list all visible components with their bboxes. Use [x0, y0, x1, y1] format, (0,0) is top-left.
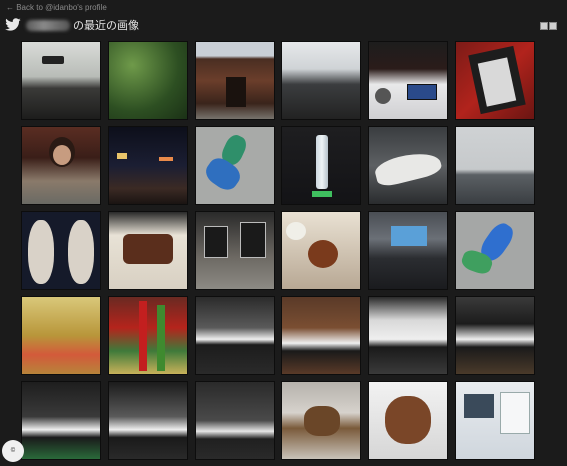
- image-thumbnail-food-tray[interactable]: [281, 211, 362, 290]
- image-thumbnail-portrait[interactable]: [21, 126, 101, 205]
- twitter-bird-icon: [5, 18, 21, 31]
- image-grid: [21, 41, 535, 460]
- image-thumbnail-modular-synth-2[interactable]: [107, 381, 188, 460]
- image-thumbnail-car-dashboard[interactable]: [281, 41, 362, 120]
- username-blurred: [26, 19, 70, 31]
- image-thumbnail-synthesizers-1[interactable]: [194, 296, 275, 375]
- image-thumbnail-bottles[interactable]: [107, 296, 188, 375]
- page-header: の最近の画像: [4, 15, 139, 35]
- image-thumbnail-exhibit-barrel[interactable]: [281, 381, 362, 460]
- image-thumbnail-conference-hall[interactable]: [368, 211, 449, 290]
- image-thumbnail-night-street[interactable]: [107, 126, 188, 205]
- image-thumbnail-car-console[interactable]: [368, 41, 449, 120]
- grid-view-icon[interactable]: [540, 22, 548, 30]
- image-thumbnail-bullet-train[interactable]: [368, 126, 449, 205]
- image-thumbnail-keyboard-3[interactable]: [454, 296, 535, 375]
- image-thumbnail-modular-synth-3[interactable]: [194, 381, 275, 460]
- image-thumbnail-steak[interactable]: [107, 211, 188, 290]
- image-thumbnail-sandals[interactable]: [21, 211, 101, 290]
- page-title: の最近の画像: [73, 20, 139, 32]
- image-thumbnail-screenshot[interactable]: [454, 381, 535, 460]
- image-thumbnail-sake-bottle[interactable]: [281, 126, 362, 205]
- back-to-profile-link[interactable]: ← Back to @idanbo's profile: [6, 3, 107, 12]
- image-thumbnail-glasses[interactable]: [194, 211, 275, 290]
- view-toggle: [540, 22, 557, 30]
- image-thumbnail-car-interior[interactable]: [21, 41, 101, 120]
- corner-badge-icon: ©: [2, 440, 24, 462]
- image-thumbnail-modular-synth-1[interactable]: [21, 381, 101, 460]
- image-thumbnail-trees[interactable]: [107, 41, 188, 120]
- image-thumbnail-japan-map[interactable]: [194, 126, 275, 205]
- image-thumbnail-japan-map-2[interactable]: [454, 211, 535, 290]
- image-thumbnail-dog-in-cage[interactable]: [368, 381, 449, 460]
- image-thumbnail-keyboard-2[interactable]: [368, 296, 449, 375]
- image-thumbnail-temple-gate[interactable]: [194, 41, 275, 120]
- image-thumbnail-seaside[interactable]: [454, 126, 535, 205]
- image-thumbnail-snack-boxes[interactable]: [21, 296, 101, 375]
- image-thumbnail-red-box[interactable]: [454, 41, 535, 120]
- page: ← Back to @idanbo's profile の最近の画像 ©: [0, 0, 567, 466]
- image-thumbnail-keyboard-1[interactable]: [281, 296, 362, 375]
- list-view-icon[interactable]: [549, 22, 557, 30]
